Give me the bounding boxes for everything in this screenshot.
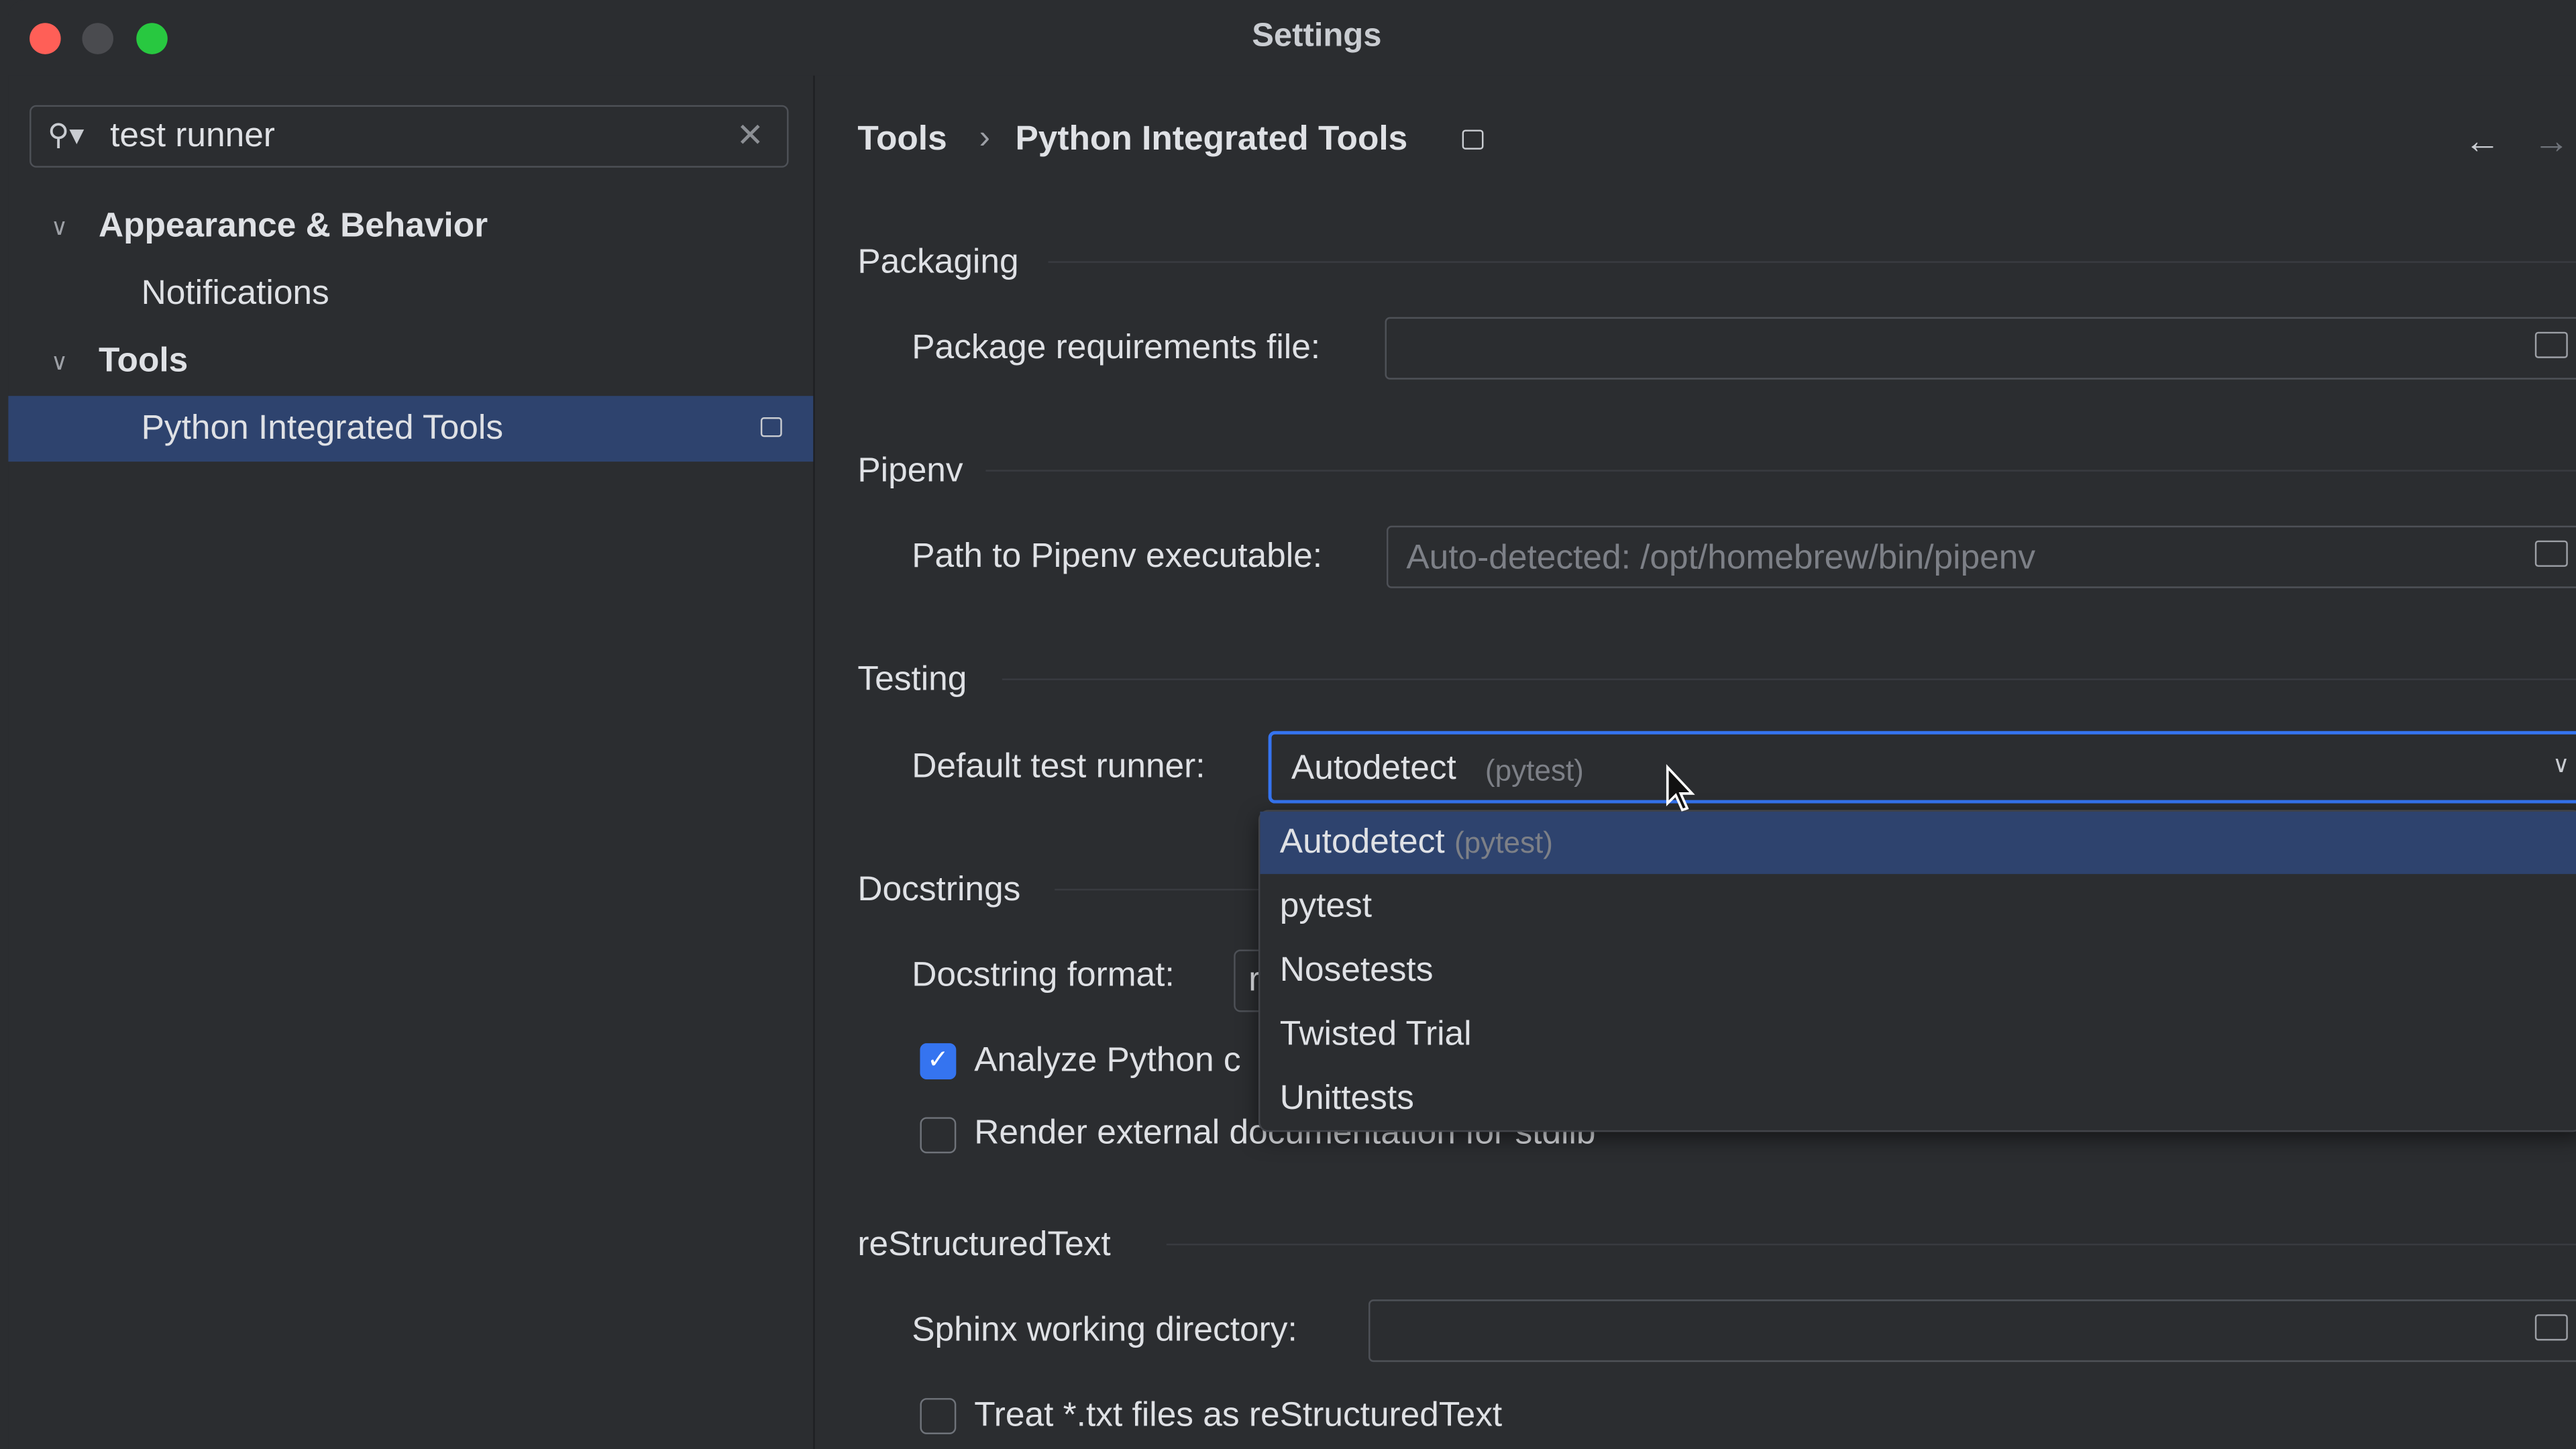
section-packaging: Packaging <box>857 243 1019 281</box>
section-restructuredtext: reStructuredText <box>857 1225 1111 1264</box>
analyze-python-label: Analyze Python c <box>974 1041 1241 1079</box>
settings-window: Settings ⚲▾ test runner ✕ ∨ Appearance &… <box>8 0 2576 1449</box>
breadcrumb-current: Python Integrated Tools <box>1015 119 1408 158</box>
select-value: Autodetect <box>1291 749 1456 788</box>
back-button[interactable]: ← <box>2464 120 2500 163</box>
option-hint: (pytest) <box>1454 826 1553 859</box>
sidebar-item-notifications[interactable]: Notifications <box>8 261 813 327</box>
sidebar-item-tools[interactable]: ∨ Tools <box>8 329 813 394</box>
option-label: Nosetests <box>1279 951 1434 989</box>
treat-txt-label: Treat *.txt files as reStructuredText <box>974 1396 1503 1434</box>
analyze-python-checkbox[interactable]: ✓ <box>920 1043 957 1079</box>
project-settings-icon <box>1462 129 1484 150</box>
default-test-runner-label: Default test runner: <box>912 747 1205 786</box>
section-docstrings: Docstrings <box>857 870 1021 909</box>
sidebar-item-label: Python Integrated Tools <box>141 409 504 447</box>
chevron-down-icon[interactable]: ∨ <box>2553 751 2569 779</box>
section-testing: Testing <box>857 660 967 698</box>
treat-txt-checkbox[interactable] <box>920 1398 957 1434</box>
search-value[interactable]: test runner <box>110 117 275 156</box>
sidebar-item-appearance-behavior[interactable]: ∨ Appearance & Behavior <box>8 194 813 260</box>
section-pipenv: Pipenv <box>857 451 963 490</box>
sidebar-item-python-integrated-tools[interactable]: Python Integrated Tools <box>8 396 814 462</box>
folder-icon[interactable] <box>2534 1314 2568 1341</box>
sidebar-item-label: Tools <box>98 341 189 380</box>
option-autodetect[interactable]: Autodetect (pytest) <box>1260 811 2576 874</box>
breadcrumb-separator: › <box>979 119 990 156</box>
test-runner-dropdown: Autodetect (pytest) pytest Nosetests Twi… <box>1258 810 2576 1132</box>
option-label: Unittests <box>1279 1079 1414 1118</box>
forward-button[interactable]: → <box>2533 120 2569 163</box>
sidebar-item-label: Appearance & Behavior <box>98 207 488 245</box>
select-value-hint: (pytest) <box>1485 754 1584 788</box>
settings-search-input[interactable]: ⚲▾ test runner ✕ <box>30 105 789 168</box>
render-external-docs-checkbox[interactable] <box>920 1117 957 1154</box>
pipenv-path-field[interactable]: Auto-detected: /opt/homebrew/bin/pipenv <box>1386 525 2576 588</box>
breadcrumb-tools[interactable]: Tools <box>857 120 947 160</box>
mouse-cursor-icon <box>1666 764 1695 812</box>
option-label: pytest <box>1279 887 1372 925</box>
option-label: Twisted Trial <box>1279 1015 1472 1053</box>
package-requirements-field[interactable] <box>1385 317 2576 380</box>
option-unittests[interactable]: Unittests <box>1260 1068 2576 1130</box>
pipenv-path-label: Path to Pipenv executable: <box>912 537 1323 576</box>
sidebar-item-label: Notifications <box>141 274 329 313</box>
project-settings-icon <box>760 417 782 437</box>
folder-icon[interactable] <box>2534 331 2568 358</box>
title-bar: Settings <box>8 0 2576 76</box>
docstring-format-label: Docstring format: <box>912 956 1175 994</box>
chevron-down-icon[interactable]: ∨ <box>51 194 68 260</box>
option-nosetests[interactable]: Nosetests <box>1260 940 2576 1002</box>
divider <box>1002 678 2576 680</box>
settings-content: Tools › Python Integrated Tools ← → Pack… <box>814 75 2576 1449</box>
settings-sidebar: ⚲▾ test runner ✕ ∨ Appearance & Behavior… <box>8 75 815 1449</box>
option-twisted-trial[interactable]: Twisted Trial <box>1260 1004 2576 1066</box>
divider <box>1048 261 2576 263</box>
package-requirements-label: Package requirements file: <box>912 328 1321 367</box>
option-label: Autodetect <box>1279 822 1445 861</box>
search-icon: ⚲▾ <box>48 118 85 152</box>
pipenv-placeholder: Auto-detected: /opt/homebrew/bin/pipenv <box>1406 539 2036 577</box>
window-title: Settings <box>1252 17 1382 54</box>
sphinx-dir-label: Sphinx working directory: <box>912 1311 1297 1349</box>
option-pytest[interactable]: pytest <box>1260 875 2576 938</box>
close-icon[interactable]: ✕ <box>737 115 764 156</box>
default-test-runner-select[interactable]: Autodetect (pytest) ∨ <box>1268 731 2576 804</box>
divider <box>985 470 2576 472</box>
folder-icon[interactable] <box>2534 540 2568 567</box>
sphinx-dir-field[interactable] <box>1368 1299 2576 1362</box>
divider <box>1166 1243 2576 1246</box>
chevron-down-icon[interactable]: ∨ <box>51 329 68 394</box>
